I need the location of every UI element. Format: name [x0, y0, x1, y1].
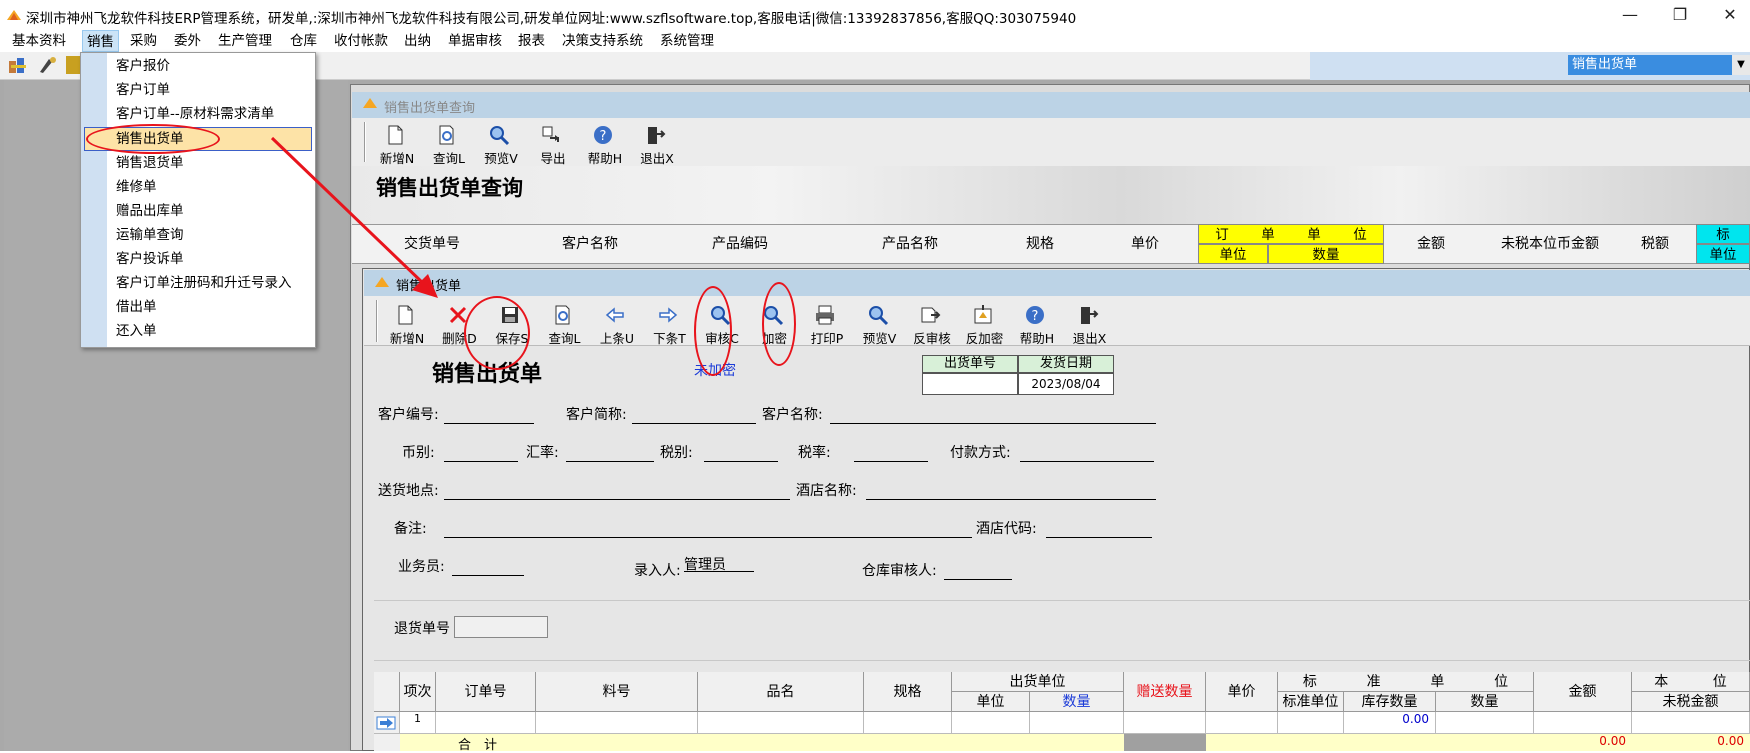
annotation-circle [762, 282, 796, 366]
annotation-circle [464, 296, 530, 370]
annotation-circle [694, 286, 732, 376]
annotation-arrow [270, 136, 438, 298]
